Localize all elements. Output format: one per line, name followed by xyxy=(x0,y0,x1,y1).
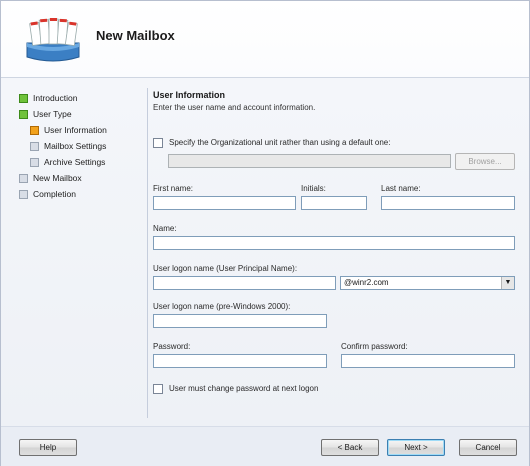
step-user-type: User Type xyxy=(19,108,141,121)
step-label: User Information xyxy=(44,125,107,135)
mailbox-icon xyxy=(26,18,80,62)
step-new-mailbox: New Mailbox xyxy=(19,172,141,185)
page-title: User Information xyxy=(153,90,226,100)
wizard-header: New Mailbox xyxy=(1,1,529,78)
step-completion: Completion xyxy=(19,188,141,201)
first-name-label: First name: xyxy=(153,184,194,193)
step-label: User Type xyxy=(33,109,72,119)
last-name-field[interactable] xyxy=(381,196,515,210)
ou-field[interactable] xyxy=(168,154,451,168)
step-current-icon xyxy=(30,126,39,135)
step-completed-icon xyxy=(19,110,28,119)
cancel-button[interactable]: Cancel xyxy=(459,439,517,456)
step-pending-icon xyxy=(30,142,39,151)
step-label: Archive Settings xyxy=(44,157,106,167)
step-label: Completion xyxy=(33,189,76,199)
upn-field[interactable] xyxy=(153,276,336,290)
step-pending-icon xyxy=(19,174,28,183)
nav-separator xyxy=(147,88,148,418)
domain-dropdown[interactable]: @winr2.com ▼ xyxy=(340,276,515,290)
step-label: Mailbox Settings xyxy=(44,141,107,151)
last-name-label: Last name: xyxy=(381,184,421,193)
step-pending-icon xyxy=(19,190,28,199)
back-button[interactable]: < Back xyxy=(321,439,379,456)
step-introduction: Introduction xyxy=(19,92,141,105)
initials-field[interactable] xyxy=(301,196,367,210)
step-pending-icon xyxy=(30,158,39,167)
upn-label: User logon name (User Principal Name): xyxy=(153,264,298,273)
wizard-footer: Help < Back Next > Cancel xyxy=(1,426,529,466)
pre2000-label: User logon name (pre-Windows 2000): xyxy=(153,302,291,311)
new-mailbox-wizard: New Mailbox Introduction User Type User … xyxy=(0,0,530,466)
change-password-label: User must change password at next logon xyxy=(169,384,319,393)
ou-checkbox-label: Specify the Organizational unit rather t… xyxy=(169,138,391,147)
step-label: Introduction xyxy=(33,93,78,103)
step-archive-settings: Archive Settings xyxy=(30,156,141,169)
confirm-password-field[interactable] xyxy=(341,354,515,368)
step-label: New Mailbox xyxy=(33,173,82,183)
step-mailbox-settings: Mailbox Settings xyxy=(30,140,141,153)
confirm-password-label: Confirm password: xyxy=(341,342,408,351)
browse-button[interactable]: Browse... xyxy=(455,153,515,170)
password-label: Password: xyxy=(153,342,191,351)
first-name-field[interactable] xyxy=(153,196,296,210)
password-field[interactable] xyxy=(153,354,327,368)
page-subtitle: Enter the user name and account informat… xyxy=(153,103,316,112)
domain-value: @winr2.com xyxy=(344,278,389,287)
step-user-information: User Information xyxy=(30,124,141,137)
user-information-page: User Information Enter the user name and… xyxy=(153,86,517,426)
wizard-content: Introduction User Type User Information … xyxy=(1,78,529,426)
change-password-checkbox[interactable] xyxy=(153,384,163,394)
ou-checkbox[interactable] xyxy=(153,138,163,148)
pre2000-field[interactable] xyxy=(153,314,327,328)
step-completed-icon xyxy=(19,94,28,103)
chevron-down-icon[interactable]: ▼ xyxy=(501,277,514,289)
name-field[interactable] xyxy=(153,236,515,250)
initials-label: Initials: xyxy=(301,184,326,193)
name-label: Name: xyxy=(153,224,177,233)
next-button[interactable]: Next > xyxy=(387,439,445,456)
help-button[interactable]: Help xyxy=(19,439,77,456)
wizard-title: New Mailbox xyxy=(96,28,175,43)
wizard-steps: Introduction User Type User Information … xyxy=(19,92,141,204)
